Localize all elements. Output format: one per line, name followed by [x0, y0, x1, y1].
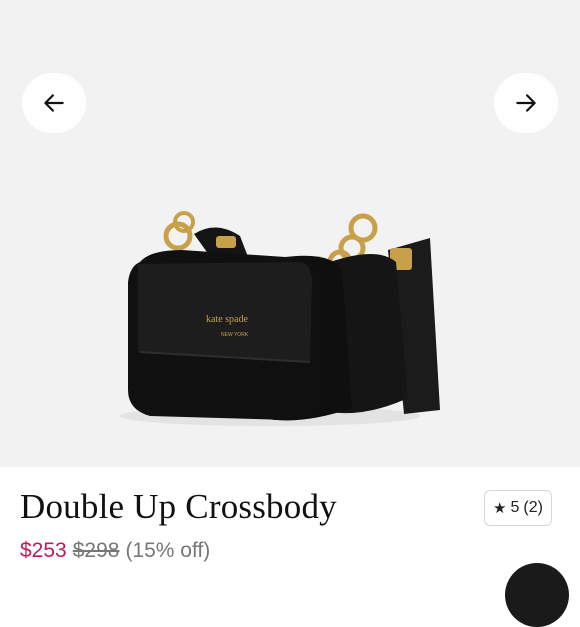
product-image-gallery[interactable]: kate spade NEW YORK [0, 0, 580, 467]
product-image: kate spade NEW YORK [120, 211, 440, 426]
product-title: Double Up Crossbody [20, 487, 337, 526]
rating-value: 5 [510, 499, 520, 516]
price-row: $253 $298 (15% off) [20, 539, 210, 563]
discount-label: (15% off) [125, 539, 211, 562]
rating-count: (2) [523, 499, 543, 516]
rating-badge[interactable]: ★ 5 (2) [484, 490, 552, 526]
floating-action-button[interactable] [505, 563, 569, 627]
next-image-button[interactable] [494, 73, 558, 133]
product-info: Double Up Crossbody ★ 5 (2) $253 $298 (1… [0, 467, 580, 580]
svg-text:kate spade: kate spade [206, 314, 248, 325]
previous-image-button[interactable] [22, 73, 86, 133]
original-price: $298 [72, 539, 120, 562]
svg-text:NEW YORK: NEW YORK [221, 332, 249, 338]
arrow-right-icon [516, 94, 536, 112]
arrow-left-icon [44, 94, 64, 112]
star-icon: ★ [493, 500, 507, 517]
sale-price: $253 [20, 539, 67, 562]
